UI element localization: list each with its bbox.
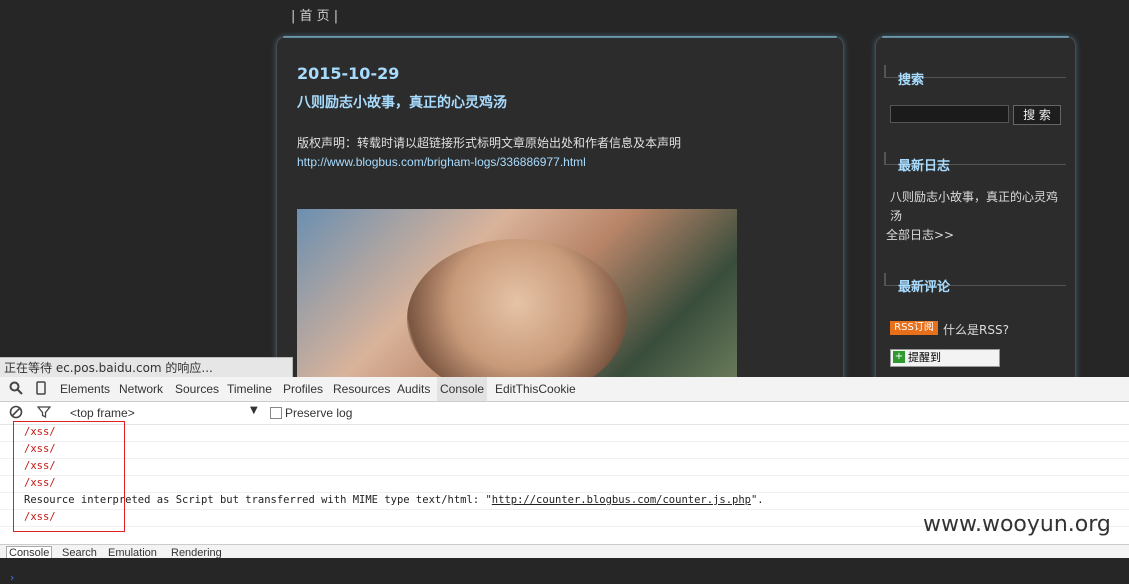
drawer-tab-console[interactable]: Console [6,546,53,558]
wooyun-watermark: www.wooyun.org [923,512,1111,537]
preserve-log-checkbox[interactable] [270,407,282,419]
post-permalink[interactable]: http://www.blogbus.com/brigham-logs/3368… [297,155,586,169]
counter-script-link[interactable]: http://counter.blogbus.com/counter.js.ph… [492,494,751,506]
warning-tail: ". [750,494,764,506]
tab-editthiscookie[interactable]: EditThisCookie [495,377,576,401]
tab-network[interactable]: Network [119,377,163,401]
search-button[interactable]: 搜 索 [1013,105,1061,125]
recent-post-title-line1: 八则励志小故事，真正的心灵鸡 [890,190,1059,204]
plus-icon: + [893,351,905,363]
frame-select[interactable]: <top frame> [70,406,135,420]
xss-highlight-box [13,421,125,532]
console-log-line: /xss/ [0,458,1129,476]
tab-console[interactable]: Console [437,377,488,401]
tab-elements[interactable]: Elements [60,377,110,401]
tixing-subscribe-button[interactable]: + 提醒到 [890,349,1000,367]
top-nav-home[interactable]: | 首 页 | [291,5,338,24]
post-title[interactable]: 八则励志小故事，真正的心灵鸡汤 [297,92,507,112]
console-log-line: /xss/ [0,424,1129,442]
console-filter-bar: <top frame> ▼ Preserve log [0,402,1129,425]
post-image [297,209,737,381]
drawer-tab-rendering[interactable]: Rendering [171,547,222,558]
sidebar: 搜索 搜 索 最新日志 八则励志小故事，真正的心灵鸡 汤 全部日志>> 最新评论… [875,36,1076,383]
recent-post-link[interactable]: 八则励志小故事，真正的心灵鸡 汤 [890,188,1058,226]
console-warning-line: Resource interpreted as Script but trans… [0,492,1129,510]
search-heading: 搜索 [898,73,925,88]
devtools-toolbar: Elements Network Sources Timeline Profil… [0,377,1129,402]
devtools-drawer: Console Search Emulation Rendering [0,544,1129,558]
search-icon[interactable] [9,381,23,395]
tab-timeline[interactable]: Timeline [227,377,272,401]
console-log-line: /xss/ [0,441,1129,459]
rss-subscribe-badge[interactable]: RSS订阅 [890,321,938,335]
clear-console-icon[interactable] [9,405,23,419]
recent-comments-heading: 最新评论 [898,280,951,295]
recent-posts-heading: 最新日志 [898,159,951,174]
chevron-down-icon[interactable]: ▼ [250,405,258,416]
console-prompt-icon[interactable]: › [10,571,14,584]
post-panel: 2015-10-29 八则励志小故事，真正的心灵鸡汤 版权声明：转载时请以超链接… [276,36,844,383]
post-copyright: 版权声明：转载时请以超链接形式标明文章原始出处和作者信息及本声明 [297,136,682,150]
drawer-tab-search[interactable]: Search [62,547,97,558]
filter-icon[interactable] [36,405,52,419]
post-date: 2015-10-29 [297,64,400,83]
preserve-log-label: Preserve log [285,406,353,420]
device-mode-icon[interactable] [34,381,48,395]
tab-profiles[interactable]: Profiles [283,377,323,401]
tab-resources[interactable]: Resources [333,377,390,401]
tab-sources[interactable]: Sources [175,377,219,401]
all-posts-link[interactable]: 全部日志>> [886,226,954,245]
recent-post-title-line2: 汤 [890,209,903,223]
tab-audits[interactable]: Audits [397,377,430,401]
loading-status-tip: 正在等待 ec.pos.baidu.com 的响应... [0,357,293,378]
search-input[interactable] [890,105,1009,123]
what-is-rss-link[interactable]: 什么是RSS? [943,321,1009,340]
tixing-label: 提醒到 [908,351,941,364]
console-log-line: /xss/ [0,475,1129,493]
drawer-tab-emulation[interactable]: Emulation [108,547,157,558]
